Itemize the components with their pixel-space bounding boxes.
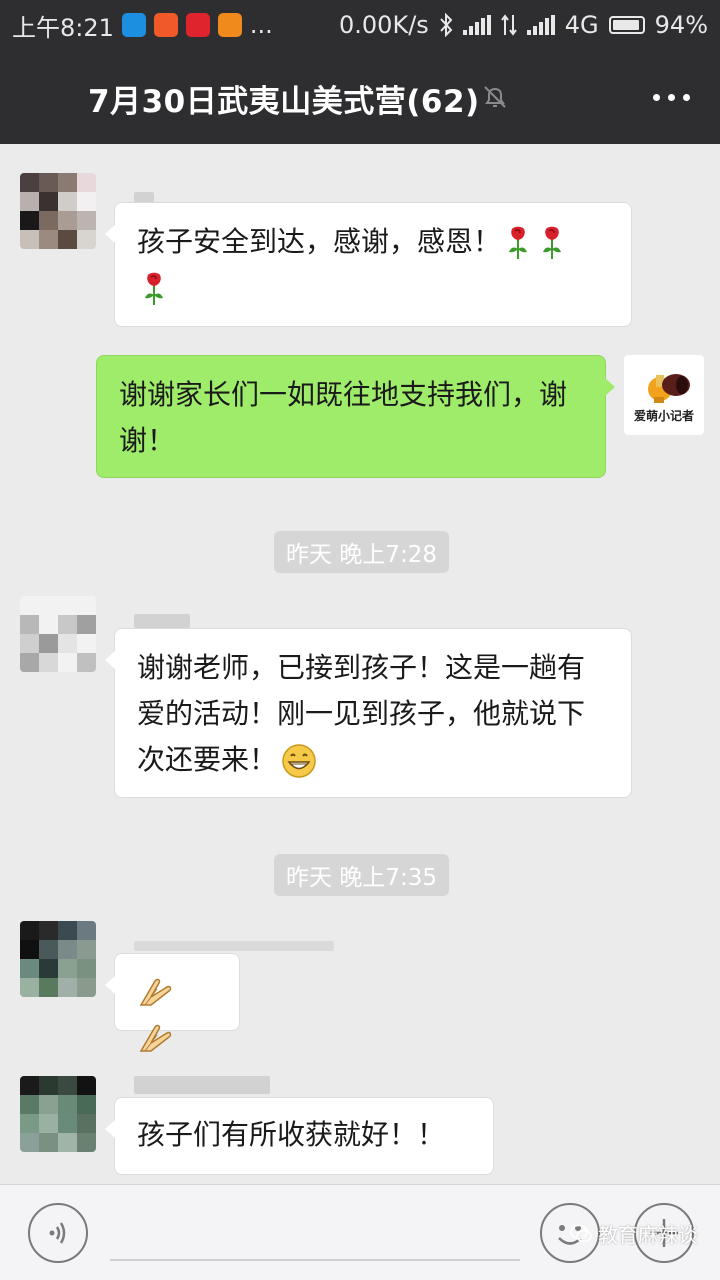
- more-options-icon[interactable]: [653, 94, 690, 101]
- sender-name: [134, 1076, 270, 1094]
- sender-name: [134, 614, 190, 628]
- avatar[interactable]: [20, 1076, 96, 1152]
- battery-icon: [608, 16, 645, 34]
- avatar[interactable]: [20, 596, 96, 672]
- clap-emoji-icon: [139, 1024, 172, 1052]
- avatar[interactable]: [20, 921, 96, 997]
- clap-emoji-icon: [139, 978, 172, 1006]
- watermark: 教育麻辣谈: [570, 1219, 698, 1248]
- chat-header: 7月30日武夷山美式营(62): [0, 50, 720, 144]
- battery-percent: 94%: [654, 11, 708, 39]
- data-transfer-icon: [500, 14, 517, 36]
- message-bubble[interactable]: 孩子们有所收获就好！！: [105, 1097, 494, 1175]
- status-bar: 上午8:21 ... 0.00K/s 4G 94%: [0, 0, 720, 50]
- timestamp-divider: 昨天 晚上7:28: [274, 531, 449, 573]
- mute-icon: [484, 86, 506, 108]
- message-text: 孩子们有所收获就好！！: [137, 1118, 446, 1151]
- message-text: 谢谢家长们一如既往地支持我们，谢谢！: [119, 378, 568, 457]
- message-bubble[interactable]: 谢谢老师，已接到孩子！这是一趟有爱的活动！刚一见到孩子，他就说下次还要来！: [105, 628, 632, 798]
- app-notification-icon: [217, 13, 242, 37]
- more-notifications: ...: [249, 11, 273, 39]
- app-notification-icon: [153, 13, 178, 37]
- message-bubble-outgoing[interactable]: 谢谢家长们一如既往地支持我们，谢谢！: [96, 355, 615, 478]
- voice-icon: [49, 1222, 66, 1244]
- message-text: 谢谢老师，已接到孩子！这是一趟有爱的活动！刚一见到孩子，他就说下次还要来！: [137, 651, 586, 776]
- chat-title: 7月30日武夷山美式营(62): [88, 84, 480, 120]
- avatar-label: 爱萌小记者: [633, 409, 694, 423]
- watermark-text: 教育麻辣谈: [598, 1223, 698, 1247]
- message-bubble[interactable]: [105, 953, 240, 1052]
- grinning-face-emoji-icon: [282, 744, 316, 778]
- rose-emoji-icon: [145, 272, 163, 305]
- network-type: 4G: [564, 11, 599, 39]
- avatar-self[interactable]: 爱萌小记者: [624, 355, 704, 435]
- signal-icon: [462, 15, 491, 35]
- message-text: 孩子安全到达，感谢，感恩！: [137, 225, 502, 258]
- message-bubble[interactable]: 孩子安全到达，感谢，感恩！: [105, 202, 632, 327]
- avatar[interactable]: [20, 173, 96, 249]
- timestamp-divider: 昨天 晚上7:35: [274, 854, 449, 896]
- sender-name: [134, 941, 334, 951]
- bluetooth-icon: [440, 13, 453, 37]
- app-notification-icon: [121, 13, 146, 37]
- signal-icon: [526, 15, 555, 35]
- voice-input-button[interactable]: [28, 1203, 88, 1263]
- network-speed: 0.00K/s: [339, 11, 429, 39]
- rose-emoji-icon: [509, 226, 528, 259]
- message-list: 孩子安全到达，感谢，感恩！ 谢谢家长们一如既往地支持我们，谢谢！ 爱萌小记者 昨…: [0, 144, 720, 1184]
- app-notification-icon: [185, 13, 210, 37]
- input-bar: 教育麻辣谈: [0, 1184, 720, 1280]
- wechat-icon: [570, 1224, 592, 1242]
- rose-emoji-icon: [543, 226, 562, 259]
- message-input[interactable]: [110, 1259, 520, 1261]
- clock: 上午8:21: [12, 13, 114, 42]
